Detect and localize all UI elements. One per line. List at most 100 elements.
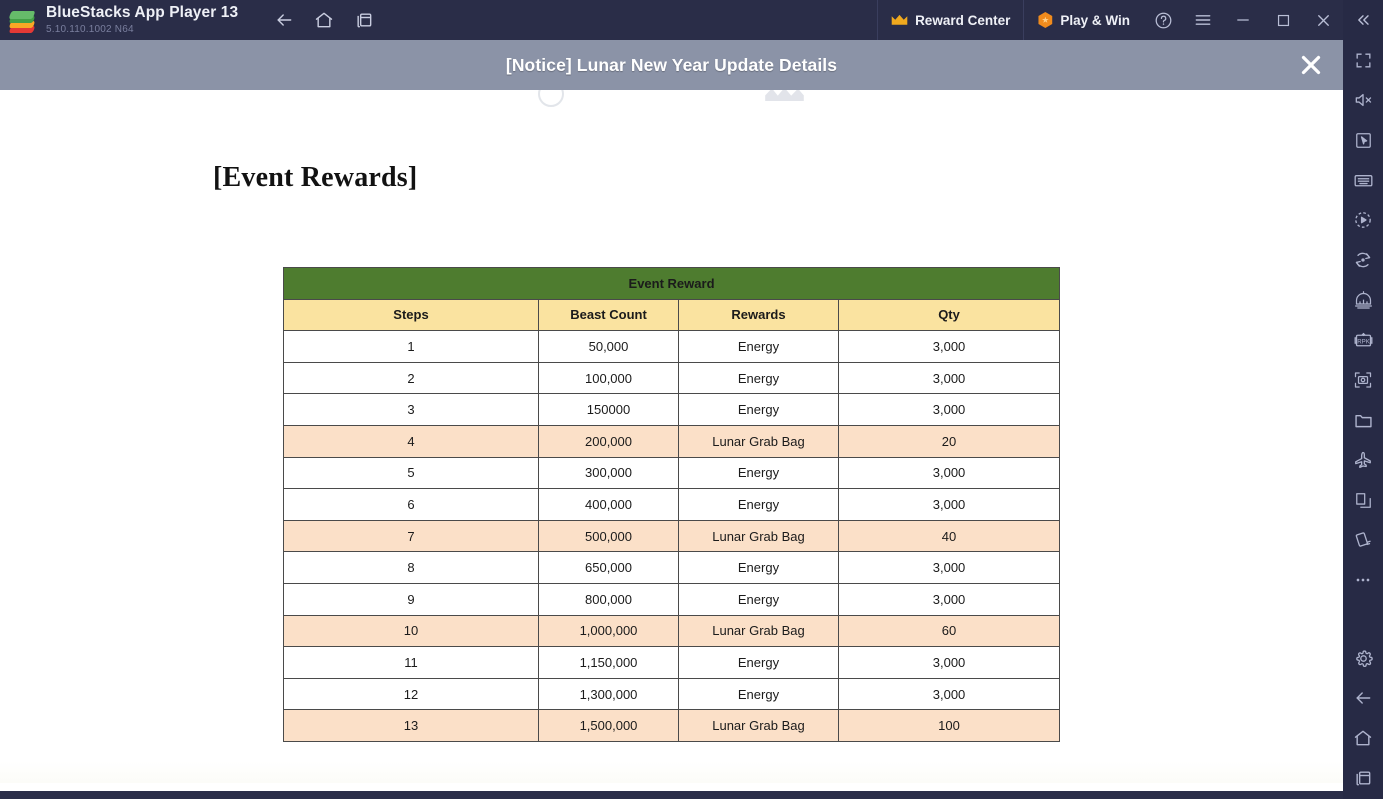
fullscreen-icon[interactable]: [1343, 40, 1383, 80]
cell-steps: 4: [283, 424, 539, 458]
hexagon-star-icon: [1038, 12, 1053, 28]
cell-qty: 3,000: [837, 488, 1061, 521]
cell-beast-count: 1,500,000: [538, 709, 679, 742]
keyboard-icon[interactable]: [1343, 160, 1383, 200]
cell-steps: 8: [283, 551, 539, 584]
cell-beast-count: 1,300,000: [538, 677, 679, 711]
cell-steps: 1: [283, 330, 539, 363]
table-row: 6 400,000 Energy 3,000: [283, 488, 1061, 521]
cell-beast-count: 50,000: [538, 330, 679, 363]
table-row: 3 150000 Energy 3,000: [283, 393, 1061, 426]
notice-banner: [Notice] Lunar New Year Update Details: [0, 40, 1343, 90]
cell-reward: Lunar Grab Bag: [678, 614, 839, 648]
cell-qty: 100: [837, 709, 1061, 742]
reward-center-button[interactable]: Reward Center: [877, 0, 1023, 40]
airplane-icon[interactable]: [1343, 440, 1383, 480]
cell-qty: 20: [837, 424, 1061, 458]
hamburger-menu-icon[interactable]: [1183, 0, 1223, 40]
copy-icon[interactable]: [1343, 480, 1383, 520]
cell-reward: Energy: [678, 361, 839, 395]
eco-mode-icon[interactable]: [1343, 280, 1383, 320]
gear-icon[interactable]: [1343, 638, 1383, 678]
maximize-icon[interactable]: [1263, 0, 1303, 40]
shake-icon[interactable]: [1343, 520, 1383, 560]
chevrons-left-icon[interactable]: [1343, 0, 1383, 40]
cell-steps: 9: [283, 582, 539, 616]
cell-steps: 12: [283, 677, 539, 711]
close-icon[interactable]: [1293, 47, 1329, 83]
cell-reward: Energy: [678, 488, 839, 521]
crown-icon: [891, 14, 908, 27]
cell-qty: 3,000: [837, 393, 1061, 426]
notice-page-content: [Event Rewards] Event Reward Steps Beast…: [0, 40, 1343, 791]
window-controls: [1143, 0, 1343, 40]
home-icon[interactable]: [308, 4, 340, 36]
svg-text:RPK: RPK: [1357, 338, 1370, 345]
table-row: 10 1,000,000 Lunar Grab Bag 60: [283, 614, 1061, 648]
app-version: 5.10.110.1002 N64: [46, 23, 134, 35]
table-row: 7 500,000 Lunar Grab Bag 40: [283, 519, 1061, 553]
macro-record-icon[interactable]: [1343, 200, 1383, 240]
app-title-block: BlueStacks App Player 13 5.10.110.1002 N…: [46, 3, 239, 36]
table-row: 4 200,000 Lunar Grab Bag 20: [283, 424, 1061, 458]
back-arrow-icon[interactable]: [268, 4, 300, 36]
media-folder-icon[interactable]: [1343, 400, 1383, 440]
cell-qty: 60: [837, 614, 1061, 648]
cell-qty: 3,000: [837, 582, 1061, 616]
cell-qty: 3,000: [837, 456, 1061, 490]
column-header-rewards: Rewards: [678, 298, 839, 332]
cursor-in-frame-icon[interactable]: [1343, 120, 1383, 160]
cell-qty: 40: [837, 519, 1061, 553]
multi-instance-icon[interactable]: [348, 4, 380, 36]
app-title: BlueStacks App Player 13: [46, 3, 239, 21]
notice-title: [Notice] Lunar New Year Update Details: [505, 54, 838, 75]
cell-reward: Lunar Grab Bag: [678, 424, 839, 458]
mute-icon[interactable]: [1343, 80, 1383, 120]
cell-beast-count: 200,000: [538, 424, 679, 458]
cell-beast-count: 150000: [538, 393, 679, 426]
page-title: [Event Rewards]: [213, 162, 418, 193]
cell-beast-count: 1,000,000: [538, 614, 679, 648]
table-row: 12 1,300,000 Energy 3,000: [283, 677, 1061, 711]
more-dots-icon[interactable]: [1343, 560, 1383, 600]
table-row: 13 1,500,000 Lunar Grab Bag 100: [283, 709, 1061, 742]
cell-reward: Energy: [678, 677, 839, 711]
recents-icon[interactable]: [1343, 758, 1383, 798]
cell-steps: 6: [283, 488, 539, 521]
cell-reward: Energy: [678, 551, 839, 584]
minimize-icon[interactable]: [1223, 0, 1263, 40]
table-row: 8 650,000 Energy 3,000: [283, 551, 1061, 584]
table-row: 1 50,000 Energy 3,000: [283, 330, 1061, 363]
cell-steps: 13: [283, 709, 539, 742]
cell-steps: 10: [283, 614, 539, 648]
bluestacks-logo: [0, 0, 44, 40]
cell-beast-count: 1,150,000: [538, 646, 679, 679]
back-arrow-icon[interactable]: [1343, 678, 1383, 718]
cell-reward: Lunar Grab Bag: [678, 519, 839, 553]
cell-steps: 11: [283, 646, 539, 679]
cell-steps: 7: [283, 519, 539, 553]
rpk-icon[interactable]: RPK: [1343, 320, 1383, 360]
help-circle-icon[interactable]: [1143, 0, 1183, 40]
right-sidebar: RPK: [1343, 0, 1383, 799]
cell-beast-count: 650,000: [538, 551, 679, 584]
screenshot-icon[interactable]: [1343, 360, 1383, 400]
close-icon[interactable]: [1303, 0, 1343, 40]
table-title-row: Event Reward: [282, 267, 1061, 300]
cell-qty: 3,000: [837, 361, 1061, 395]
cell-beast-count: 500,000: [538, 519, 679, 553]
rotate-icon[interactable]: [1343, 240, 1383, 280]
column-header-beast-count: Beast Count: [538, 298, 679, 332]
bluestacks-window: BlueStacks App Player 13 5.10.110.1002 N…: [0, 0, 1383, 799]
cell-reward: Energy: [678, 582, 839, 616]
table-title: Event Reward: [282, 267, 1061, 300]
cell-steps: 3: [283, 393, 539, 426]
reward-center-label: Reward Center: [915, 12, 1011, 28]
cell-steps: 5: [283, 456, 539, 490]
event-reward-table-wrapper: Event Reward Steps Beast Count Rewards Q…: [282, 267, 1061, 742]
cell-reward: Energy: [678, 456, 839, 490]
home-icon[interactable]: [1343, 718, 1383, 758]
play-and-win-button[interactable]: Play & Win: [1023, 0, 1143, 40]
cell-reward: Energy: [678, 330, 839, 363]
cell-reward: Energy: [678, 393, 839, 426]
